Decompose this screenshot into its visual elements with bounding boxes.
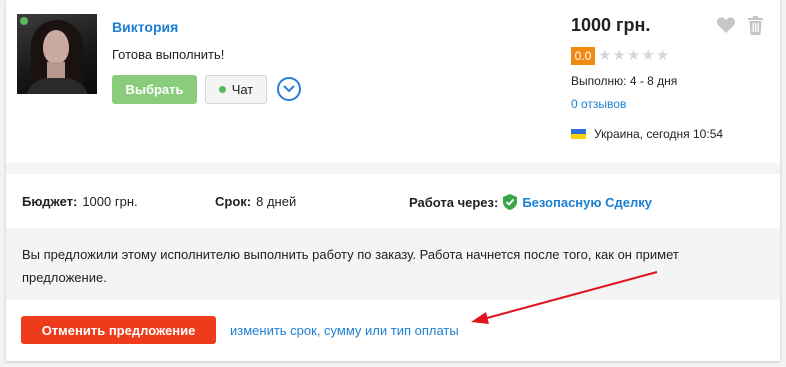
- rating-badge: 0.0: [571, 47, 595, 65]
- budget-value: 1000 грн.: [82, 194, 138, 209]
- delete-button[interactable]: [748, 16, 763, 38]
- term-value: 8 дней: [256, 194, 297, 209]
- star-icon: ★: [612, 47, 626, 64]
- online-dot-icon: [20, 17, 28, 25]
- chat-online-dot-icon: [218, 86, 226, 93]
- offer-card: Виктория Готова выполнить! Выбрать Чат 1…: [6, 0, 780, 361]
- work-label: Работа через:: [409, 194, 499, 210]
- avatar-face: [43, 30, 69, 64]
- offer-notice: Вы предложили этому исполнителю выполнит…: [6, 228, 780, 300]
- rating-stars: ★ ★ ★ ★ ★: [598, 47, 669, 65]
- shield-check-icon: [503, 194, 518, 210]
- perform-time: Выполню: 4 - 8 дня: [571, 74, 678, 88]
- chat-label: Чат: [231, 82, 254, 97]
- budget: Бюджет: 1000 грн.: [22, 194, 138, 209]
- term-label: Срок:: [215, 194, 252, 209]
- star-icon: ★: [598, 47, 612, 64]
- safe-deal-link[interactable]: Безопасную Сделку: [522, 195, 652, 210]
- change-terms-link[interactable]: изменить срок, сумму или тип оплаты: [230, 323, 459, 338]
- budget-label: Бюджет:: [22, 194, 78, 209]
- reviews-link[interactable]: 0 отзывов: [571, 97, 626, 111]
- star-icon: ★: [641, 47, 655, 64]
- avatar[interactable]: [17, 14, 97, 94]
- star-icon: ★: [655, 47, 670, 64]
- choose-button[interactable]: Выбрать: [112, 75, 197, 104]
- chat-button[interactable]: Чат: [205, 75, 267, 104]
- star-icon: ★: [626, 47, 641, 64]
- offer-message: Готова выполнить!: [112, 47, 225, 62]
- offer-price: 1000 грн.: [571, 15, 651, 35]
- freelancer-name[interactable]: Виктория: [112, 19, 178, 35]
- section-divider: [6, 163, 780, 174]
- details-row: Бюджет: 1000 грн. Срок: 8 дней Работа че…: [6, 174, 780, 228]
- heart-icon: [716, 17, 736, 33]
- cancel-offer-button[interactable]: Отменить предложение: [21, 316, 216, 344]
- location: Украина, сегодня 10:54: [571, 127, 723, 141]
- term: Срок: 8 дней: [215, 194, 296, 209]
- expand-button[interactable]: [277, 77, 301, 101]
- ukraine-flag-icon: [571, 129, 586, 139]
- trash-icon: [748, 16, 763, 35]
- favorite-button[interactable]: [716, 16, 736, 37]
- location-text: Украина, сегодня 10:54: [594, 127, 724, 141]
- work-through: Работа через: Безопасную Сделку: [409, 194, 652, 210]
- chevron-down-icon: [283, 85, 295, 93]
